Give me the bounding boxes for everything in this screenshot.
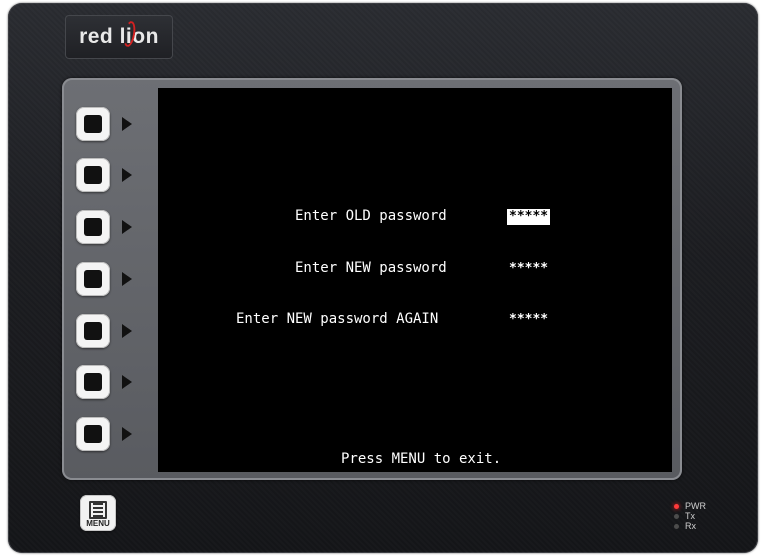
softkey-square-icon bbox=[84, 166, 102, 184]
softkey-1[interactable] bbox=[76, 106, 156, 142]
led-pwr: PWR bbox=[674, 501, 706, 511]
softkey-square-icon bbox=[84, 115, 102, 133]
arrow-right-icon bbox=[122, 117, 132, 131]
softkey-square-icon bbox=[84, 270, 102, 288]
old-password-field[interactable]: ***** bbox=[507, 209, 551, 225]
confirm-password-field[interactable]: ***** bbox=[509, 312, 548, 328]
softkey-square-icon bbox=[84, 373, 102, 391]
tx-led-icon bbox=[674, 513, 679, 519]
menu-icon bbox=[89, 501, 107, 519]
new-password-field[interactable]: ***** bbox=[509, 261, 548, 277]
softkey-square-icon bbox=[84, 425, 102, 443]
softkey-square-icon bbox=[84, 218, 102, 236]
arrow-right-icon bbox=[122, 168, 132, 182]
softkey-button-5[interactable] bbox=[76, 314, 110, 348]
arrow-right-icon bbox=[122, 427, 132, 441]
softkey-7[interactable] bbox=[76, 416, 156, 452]
arrow-right-icon bbox=[122, 324, 132, 338]
arrow-right-icon bbox=[122, 220, 132, 234]
softkey-button-2[interactable] bbox=[76, 158, 110, 192]
pwr-led-label: PWR bbox=[685, 501, 706, 511]
brand-logo-text: red lion bbox=[79, 25, 159, 48]
confirm-password-label: Enter NEW password AGAIN bbox=[236, 311, 439, 327]
rx-led-icon bbox=[674, 523, 679, 529]
softkey-4[interactable] bbox=[76, 261, 156, 297]
exit-instruction: Press MENU to exit. bbox=[341, 451, 502, 467]
softkey-button-1[interactable] bbox=[76, 107, 110, 141]
status-leds: PWR Tx Rx bbox=[674, 501, 706, 531]
menu-button-label: MENU bbox=[86, 519, 110, 528]
arrow-right-icon bbox=[122, 272, 132, 286]
softkey-button-6[interactable] bbox=[76, 365, 110, 399]
old-password-label: Enter OLD password bbox=[295, 208, 447, 224]
led-tx: Tx bbox=[674, 511, 706, 521]
brand-logo: red lion bbox=[65, 15, 173, 59]
softkey-5[interactable] bbox=[76, 313, 156, 349]
tx-led-label: Tx bbox=[685, 511, 695, 521]
led-rx: Rx bbox=[674, 521, 706, 531]
display-screen bbox=[158, 88, 672, 472]
softkey-button-7[interactable] bbox=[76, 417, 110, 451]
pwr-led-icon bbox=[674, 503, 679, 509]
softkey-button-4[interactable] bbox=[76, 262, 110, 296]
softkey-6[interactable] bbox=[76, 364, 156, 400]
new-password-label: Enter NEW password bbox=[295, 260, 447, 276]
softkey-3[interactable] bbox=[76, 209, 156, 245]
softkey-button-3[interactable] bbox=[76, 210, 110, 244]
softkey-2[interactable] bbox=[76, 157, 156, 193]
arrow-right-icon bbox=[122, 375, 132, 389]
rx-led-label: Rx bbox=[685, 521, 696, 531]
softkey-square-icon bbox=[84, 322, 102, 340]
menu-button[interactable]: MENU bbox=[80, 495, 116, 531]
